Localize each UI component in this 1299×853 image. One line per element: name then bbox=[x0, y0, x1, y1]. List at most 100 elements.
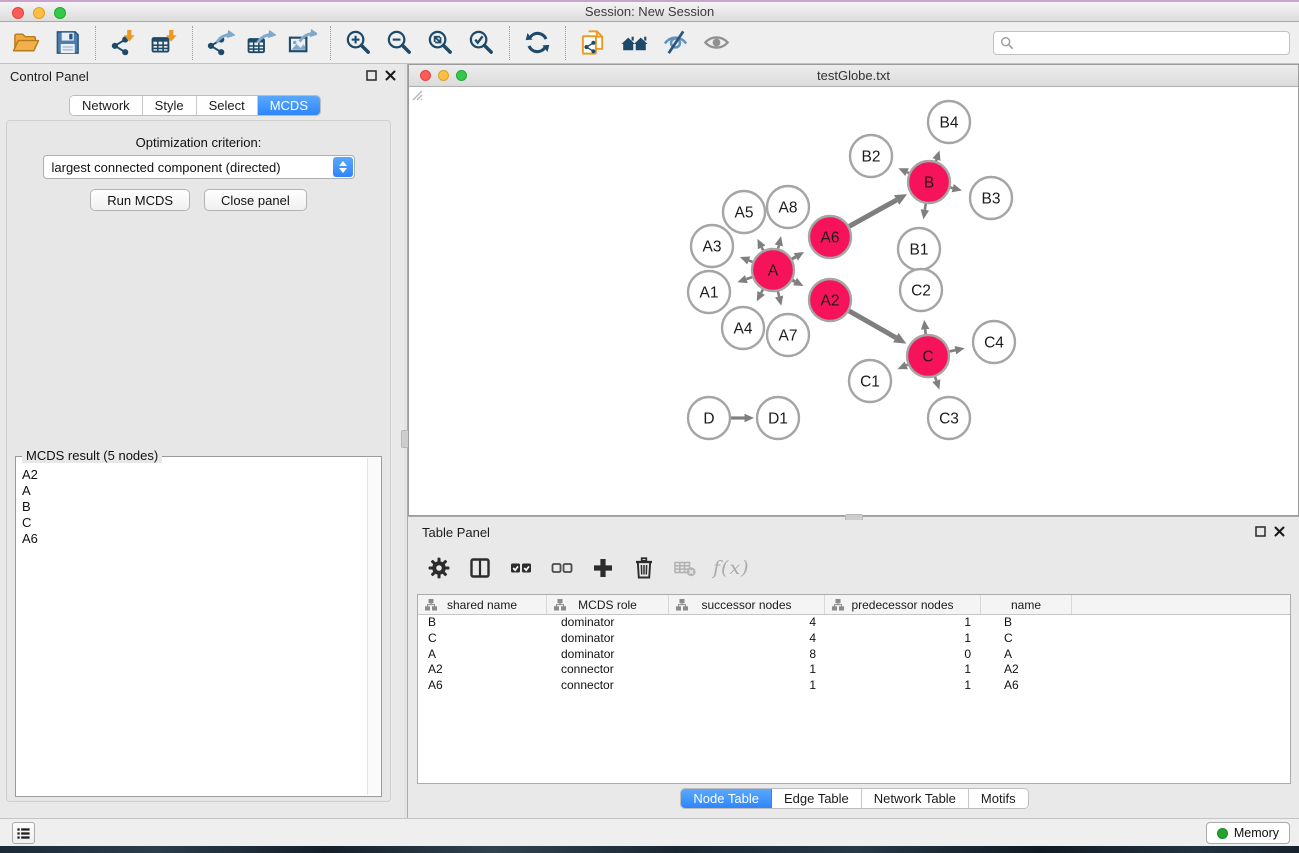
column-header-MCDS-role[interactable]: MCDS role bbox=[547, 595, 669, 614]
mcds-result-item[interactable]: B bbox=[17, 499, 366, 515]
graph-edge-A-A4[interactable] bbox=[761, 290, 763, 293]
graph-edge-B-B2[interactable] bbox=[907, 172, 909, 173]
refresh-layout-icon bbox=[523, 28, 552, 57]
graph-edge-A-A6[interactable] bbox=[792, 257, 796, 259]
close-panel-icon[interactable] bbox=[385, 70, 396, 81]
graph-edge-A-A2[interactable] bbox=[792, 280, 795, 281]
graph-edge-B-B1[interactable] bbox=[925, 204, 926, 210]
graph-node-C2[interactable]: C2 bbox=[900, 269, 942, 311]
mcds-result-box: MCDS result (5 nodes) A2ABCA6 bbox=[15, 456, 382, 797]
graph-node-A6[interactable]: A6 bbox=[809, 216, 851, 258]
float-table-panel-icon[interactable] bbox=[1255, 526, 1266, 537]
graph-edge-C-C2[interactable] bbox=[925, 329, 926, 334]
graph-edge-A-A5[interactable] bbox=[762, 247, 763, 250]
graph-node-A5[interactable]: A5 bbox=[723, 191, 765, 233]
graph-edge-A-A3[interactable] bbox=[749, 260, 753, 261]
hide-graphics-details-button[interactable] bbox=[655, 25, 696, 61]
mcds-result-item[interactable]: C bbox=[17, 515, 366, 531]
column-header-name[interactable]: name bbox=[981, 595, 1072, 614]
graph-edge-A6-B[interactable] bbox=[849, 200, 896, 226]
deselect-all-rows-button[interactable] bbox=[549, 555, 575, 581]
graph-edge-C-C4[interactable] bbox=[950, 350, 956, 351]
tab-mcds[interactable]: MCDS bbox=[258, 96, 320, 115]
graph-node-A4[interactable]: A4 bbox=[722, 307, 764, 349]
mcds-result-item[interactable]: A6 bbox=[17, 531, 366, 547]
table-row[interactable]: Bdominator41B bbox=[418, 615, 1290, 631]
graph-node-C3[interactable]: C3 bbox=[928, 397, 970, 439]
column-header-predecessor-nodes[interactable]: predecessor nodes bbox=[825, 595, 981, 614]
criterion-dropdown[interactable]: largest connected component (directed) bbox=[43, 155, 355, 179]
graph-node-A2[interactable]: A2 bbox=[809, 279, 851, 321]
save-session-button[interactable] bbox=[47, 25, 88, 61]
export-image-button[interactable] bbox=[282, 25, 323, 61]
graph-node-C1[interactable]: C1 bbox=[849, 360, 891, 402]
import-network-button[interactable] bbox=[103, 25, 144, 61]
export-network-button[interactable] bbox=[200, 25, 241, 61]
graph-node-A3[interactable]: A3 bbox=[691, 225, 733, 267]
graph-node-C4[interactable]: C4 bbox=[973, 321, 1015, 363]
add-column-button[interactable] bbox=[590, 555, 616, 581]
show-graphics-details-button[interactable] bbox=[696, 25, 737, 61]
delete-column-button[interactable] bbox=[631, 555, 657, 581]
zoom-out-button[interactable] bbox=[379, 25, 420, 61]
tab-network[interactable]: Network bbox=[70, 96, 143, 115]
select-all-rows-button[interactable] bbox=[508, 555, 534, 581]
float-panel-icon[interactable] bbox=[366, 70, 377, 81]
tab-select[interactable]: Select bbox=[197, 96, 258, 115]
table-row[interactable]: A6connector11A6 bbox=[418, 678, 1290, 694]
resize-grip-icon[interactable] bbox=[409, 87, 423, 101]
import-table-button[interactable] bbox=[144, 25, 185, 61]
run-mcds-button[interactable]: Run MCDS bbox=[90, 189, 190, 211]
graph-node-B2[interactable]: B2 bbox=[850, 135, 892, 177]
graph-edge-B-B3[interactable] bbox=[950, 187, 952, 188]
duplicate-network-button[interactable] bbox=[573, 25, 614, 61]
home-view-button[interactable] bbox=[614, 25, 655, 61]
graph-node-D1[interactable]: D1 bbox=[757, 397, 799, 439]
table-row[interactable]: Adominator80A bbox=[418, 647, 1290, 663]
tab-edge-table[interactable]: Edge Table bbox=[772, 789, 862, 808]
graph-node-A1[interactable]: A1 bbox=[688, 271, 730, 313]
graph-edge-A-A8[interactable] bbox=[778, 245, 779, 248]
mcds-result-item[interactable]: A2 bbox=[17, 467, 366, 483]
graph-node-A[interactable]: A bbox=[752, 249, 794, 291]
refresh-layout-button[interactable] bbox=[517, 25, 558, 61]
graph-node-C[interactable]: C bbox=[907, 335, 949, 377]
result-scrollbar[interactable] bbox=[367, 458, 380, 795]
zoom-selected-button[interactable] bbox=[461, 25, 502, 61]
tab-node-table[interactable]: Node Table bbox=[681, 789, 772, 808]
tab-motifs[interactable]: Motifs bbox=[969, 789, 1028, 808]
column-header-successor-nodes[interactable]: successor nodes bbox=[669, 595, 825, 614]
search-input[interactable] bbox=[1014, 33, 1289, 53]
export-table-button[interactable] bbox=[241, 25, 282, 61]
tab-network-table[interactable]: Network Table bbox=[862, 789, 969, 808]
graph-node-A7[interactable]: A7 bbox=[767, 314, 809, 356]
graph-edge-A-A1[interactable] bbox=[746, 277, 752, 279]
task-history-button[interactable] bbox=[12, 822, 35, 844]
column-header-shared-name[interactable]: shared name bbox=[418, 595, 547, 614]
close-table-panel-icon[interactable] bbox=[1274, 526, 1285, 537]
graph-edge-C-C3[interactable] bbox=[935, 377, 936, 381]
network-canvas[interactable]: A5A8A6 A3 A A1 A2 A4A7 B4 B2 B B3 B1C2 C4 C C1 C3 D D1 bbox=[409, 87, 1298, 515]
open-file-button[interactable] bbox=[6, 25, 47, 61]
zoom-fit-button[interactable] bbox=[420, 25, 461, 61]
graph-node-B4[interactable]: B4 bbox=[928, 101, 970, 143]
graph-node-D[interactable]: D bbox=[688, 397, 730, 439]
table-row[interactable]: A2connector11A2 bbox=[418, 662, 1290, 678]
graph-edge-C-C1[interactable] bbox=[906, 365, 908, 366]
graph-edge-B-B4[interactable] bbox=[936, 159, 937, 161]
zoom-in-button[interactable] bbox=[338, 25, 379, 61]
graph-edge-A2-C[interactable] bbox=[849, 311, 896, 338]
graph-node-B1[interactable]: B1 bbox=[898, 228, 940, 270]
tab-style[interactable]: Style bbox=[143, 96, 197, 115]
memory-button[interactable]: Memory bbox=[1206, 822, 1290, 844]
table-row[interactable]: Cdominator41C bbox=[418, 631, 1290, 647]
mcds-result-item[interactable]: A bbox=[17, 483, 366, 499]
close-panel-button[interactable]: Close panel bbox=[204, 189, 307, 211]
search-field[interactable] bbox=[993, 31, 1290, 55]
graph-node-B[interactable]: B bbox=[908, 161, 950, 203]
table-settings-button[interactable] bbox=[426, 555, 452, 581]
graph-node-A8[interactable]: A8 bbox=[767, 186, 809, 228]
graph-node-B3[interactable]: B3 bbox=[970, 177, 1012, 219]
graph-edge-A-A7[interactable] bbox=[778, 291, 779, 296]
toggle-panel-columns-button[interactable] bbox=[467, 555, 493, 581]
